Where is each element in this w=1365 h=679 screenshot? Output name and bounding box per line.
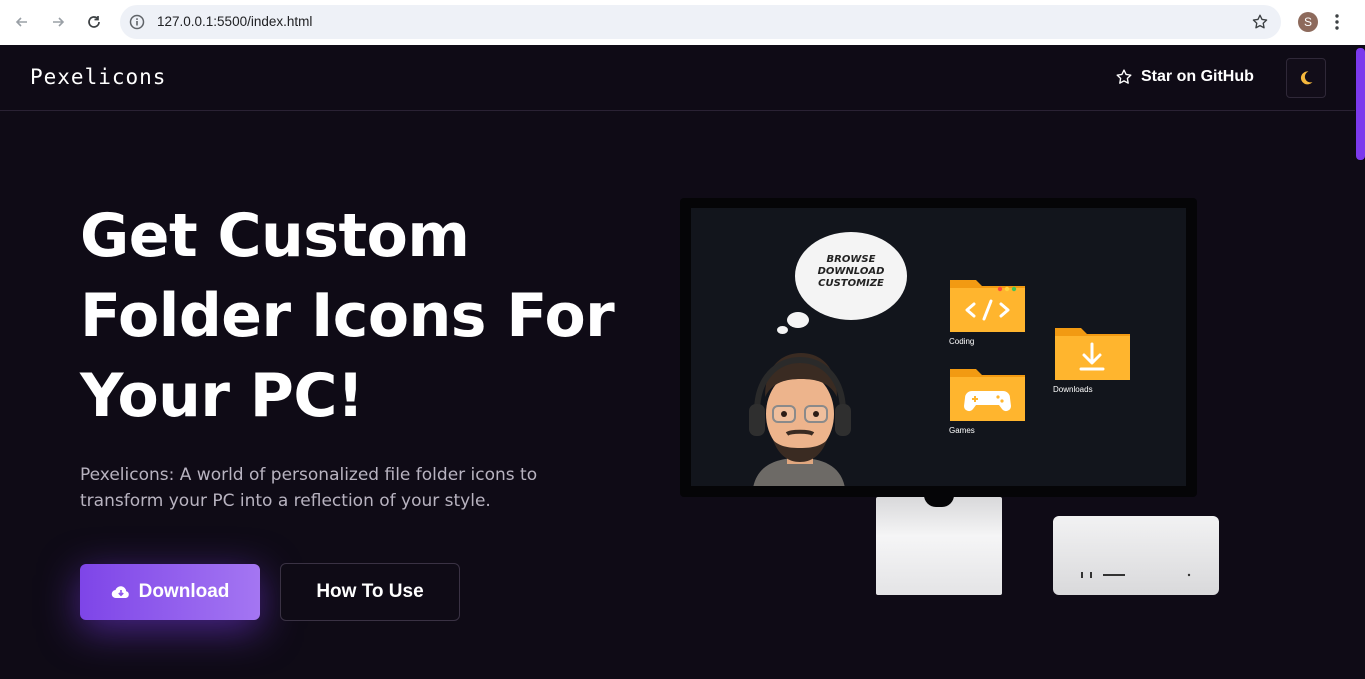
site-header: Pexelicons Star on GitHub (0, 45, 1355, 111)
folder-coding-label: Coding (949, 337, 975, 346)
how-to-use-label: How To Use (316, 581, 424, 602)
folder-coding-icon (950, 280, 1025, 332)
hero-description: Pexelicons: A world of personalized file… (80, 465, 538, 511)
back-icon[interactable] (10, 10, 34, 34)
mac-studio-illustration (1053, 516, 1219, 595)
forward-icon[interactable] (46, 10, 70, 34)
bubble-line-download: DOWNLOAD (817, 266, 885, 277)
bubble-line-customize: CUSTOMIZE (818, 278, 884, 289)
reload-icon[interactable] (82, 10, 106, 34)
monitor-stand (876, 495, 1002, 595)
profile-avatar[interactable]: S (1298, 12, 1318, 32)
thought-dot-small (777, 326, 788, 334)
mac-studio-ports-icon (1081, 572, 1191, 578)
url-text[interactable]: 127.0.0.1:5500/index.html (157, 14, 312, 29)
hero-title: Get Custom Folder Icons For Your PC! (80, 201, 615, 431)
github-label: Star on GitHub (1141, 68, 1254, 85)
folder-games-icon (950, 369, 1025, 421)
stand-cutout (924, 495, 954, 507)
more-menu-icon[interactable] (1334, 12, 1340, 36)
moon-icon (1300, 71, 1313, 85)
browser-toolbar: 127.0.0.1:5500/index.html S (0, 0, 1365, 45)
folder-downloads-label: Downloads (1053, 385, 1093, 394)
monitor-screen: BROWSE DOWNLOAD CUSTOMIZE Coding Downloa… (691, 208, 1186, 486)
site-logo[interactable]: Pexelicons (30, 65, 166, 89)
cloud-download-icon (111, 586, 129, 599)
scrollbar-thumb[interactable] (1356, 48, 1365, 160)
star-on-github-link[interactable]: Star on GitHub (1115, 68, 1254, 86)
thought-bubble: BROWSE DOWNLOAD CUSTOMIZE (795, 232, 907, 320)
star-outline-icon (1116, 69, 1132, 84)
how-to-use-button[interactable]: How To Use (280, 563, 460, 621)
download-button[interactable]: Download (80, 564, 260, 620)
theme-toggle-button[interactable] (1286, 58, 1326, 98)
monitor-illustration: BROWSE DOWNLOAD CUSTOMIZE Coding Downloa… (680, 198, 1197, 497)
character-avatar-icon (749, 353, 851, 486)
address-bar[interactable]: 127.0.0.1:5500/index.html (120, 5, 1281, 39)
bookmark-star-icon[interactable] (1251, 13, 1269, 35)
download-label: Download (138, 581, 230, 602)
folder-games-label: Games (949, 426, 975, 435)
folder-downloads-icon (1055, 328, 1130, 380)
site-info-icon[interactable] (128, 13, 146, 35)
bubble-line-browse: BROWSE (826, 254, 876, 265)
thought-dot (787, 312, 809, 328)
